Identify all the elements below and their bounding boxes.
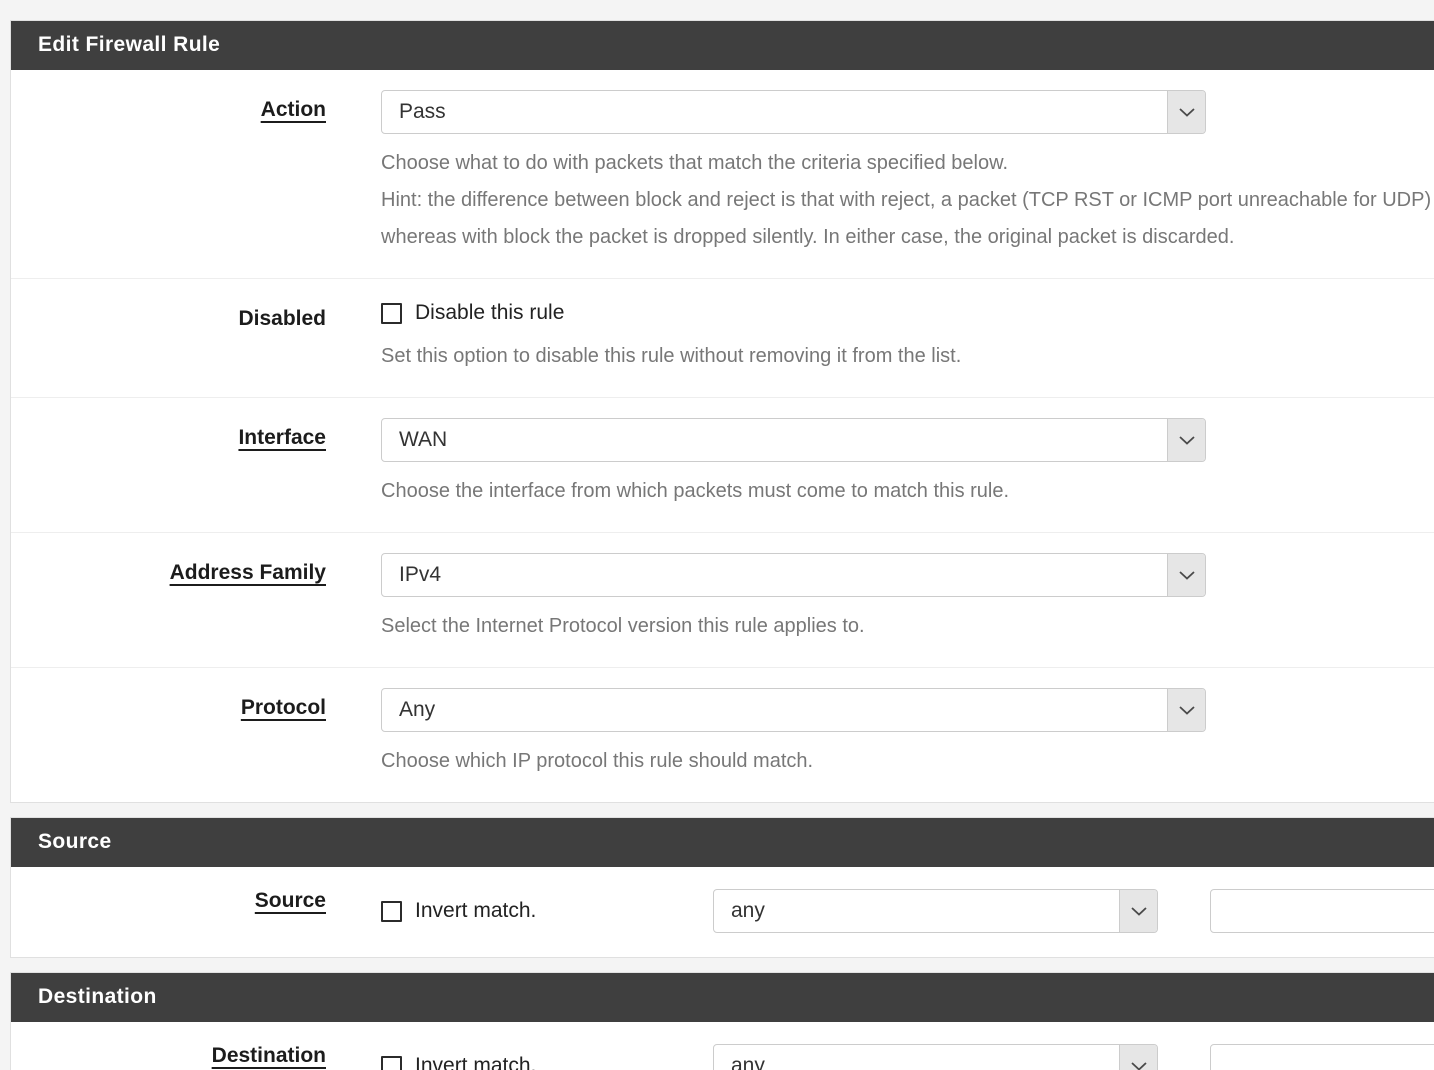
action-help-line-3: whereas with block the packet is dropped… bbox=[381, 226, 1235, 248]
protocol-help-text: Choose which IP protocol this rule shoul… bbox=[381, 743, 1434, 780]
source-type-select-value: any bbox=[731, 899, 765, 922]
source-address-input[interactable] bbox=[1210, 889, 1434, 933]
label-col-disabled: Disabled bbox=[11, 299, 326, 331]
disable-rule-checkbox-row[interactable]: Disable this rule bbox=[381, 299, 1434, 327]
panel-title-destination: Destination bbox=[11, 973, 1434, 1022]
destination-type-select-value: any bbox=[731, 1054, 765, 1070]
chevron-down-icon[interactable] bbox=[1119, 1045, 1157, 1070]
action-help-text: Choose what to do with packets that matc… bbox=[381, 145, 1434, 256]
destination-panel: Destination Destination Invert match. an… bbox=[10, 972, 1434, 1070]
label-destination[interactable]: Destination bbox=[212, 1044, 326, 1067]
control-col-interface: WAN Choose the interface from which pack… bbox=[326, 418, 1434, 510]
interface-select-value: WAN bbox=[399, 428, 448, 451]
label-source[interactable]: Source bbox=[255, 889, 326, 912]
interface-select[interactable]: WAN bbox=[381, 418, 1206, 462]
label-col-destination: Destination bbox=[11, 1044, 326, 1068]
chevron-down-icon[interactable] bbox=[1119, 890, 1157, 932]
panel-title-source: Source bbox=[11, 818, 1434, 867]
label-address-family[interactable]: Address Family bbox=[170, 561, 326, 584]
address-family-select[interactable]: IPv4 bbox=[381, 553, 1206, 597]
destination-invert-group[interactable]: Invert match. bbox=[381, 1054, 713, 1070]
label-interface[interactable]: Interface bbox=[238, 426, 326, 449]
label-col-source: Source bbox=[11, 889, 326, 913]
panel-title-edit-firewall-rule: Edit Firewall Rule bbox=[11, 21, 1434, 70]
source-body: Source Invert match. any bbox=[11, 867, 1434, 957]
action-select[interactable]: Pass bbox=[381, 90, 1206, 134]
chevron-down-icon[interactable] bbox=[1167, 554, 1205, 596]
edit-firewall-rule-body: Action Pass Choose what to do with packe… bbox=[11, 70, 1434, 802]
label-col-address-family: Address Family bbox=[11, 553, 326, 585]
protocol-select-value: Any bbox=[399, 698, 436, 721]
form-row-source: Source Invert match. any bbox=[11, 867, 1434, 957]
source-invert-group[interactable]: Invert match. bbox=[381, 899, 713, 923]
label-col-interface: Interface bbox=[11, 418, 326, 450]
destination-body: Destination Invert match. any bbox=[11, 1022, 1434, 1070]
form-row-protocol: Protocol Any Choose which IP protocol th… bbox=[11, 668, 1434, 802]
form-row-address-family: Address Family IPv4 Select the Internet … bbox=[11, 533, 1434, 668]
interface-help-text: Choose the interface from which packets … bbox=[381, 473, 1434, 510]
label-col-action: Action bbox=[11, 90, 326, 122]
action-help-line-2: Hint: the difference between block and r… bbox=[381, 189, 1434, 211]
disable-rule-checkbox-label[interactable]: Disable this rule bbox=[415, 301, 564, 325]
action-help-line-1: Choose what to do with packets that matc… bbox=[381, 152, 1009, 174]
control-col-protocol: Any Choose which IP protocol this rule s… bbox=[326, 688, 1434, 780]
control-col-action: Pass Choose what to do with packets that… bbox=[326, 90, 1434, 256]
interface-help-line: Choose the interface from which packets … bbox=[381, 480, 1010, 502]
destination-type-select[interactable]: any bbox=[713, 1044, 1158, 1070]
form-row-destination: Destination Invert match. any bbox=[11, 1022, 1434, 1070]
disabled-help-line: Set this option to disable this rule wit… bbox=[381, 345, 962, 367]
control-col-disabled: Disable this rule Set this option to dis… bbox=[326, 299, 1434, 375]
protocol-help-line: Choose which IP protocol this rule shoul… bbox=[381, 750, 814, 772]
control-col-address-family: IPv4 Select the Internet Protocol versio… bbox=[326, 553, 1434, 645]
form-row-interface: Interface WAN Choose the interface from … bbox=[11, 398, 1434, 533]
address-family-select-value: IPv4 bbox=[399, 563, 442, 586]
destination-address-input[interactable] bbox=[1210, 1044, 1434, 1070]
source-invert-checkbox[interactable] bbox=[381, 900, 402, 922]
chevron-down-icon[interactable] bbox=[1167, 689, 1205, 731]
source-type-select[interactable]: any bbox=[713, 889, 1158, 933]
address-family-help-line: Select the Internet Protocol version thi… bbox=[381, 615, 865, 637]
source-controls: Invert match. any bbox=[326, 889, 1434, 933]
action-select-value: Pass bbox=[399, 100, 446, 123]
chevron-down-icon[interactable] bbox=[1167, 419, 1205, 461]
destination-controls: Invert match. any bbox=[326, 1044, 1434, 1070]
firewall-rule-page: Edit Firewall Rule Action Pass Choose wh… bbox=[0, 0, 1434, 1070]
address-family-help-text: Select the Internet Protocol version thi… bbox=[381, 608, 1434, 645]
source-invert-label[interactable]: Invert match. bbox=[415, 899, 536, 923]
disable-rule-checkbox[interactable] bbox=[381, 302, 402, 324]
destination-invert-label[interactable]: Invert match. bbox=[415, 1054, 536, 1070]
label-protocol[interactable]: Protocol bbox=[241, 696, 326, 719]
source-panel: Source Source Invert match. any bbox=[10, 817, 1434, 958]
form-row-action: Action Pass Choose what to do with packe… bbox=[11, 70, 1434, 279]
label-disabled: Disabled bbox=[238, 307, 326, 330]
form-row-disabled: Disabled Disable this rule Set this opti… bbox=[11, 279, 1434, 398]
protocol-select[interactable]: Any bbox=[381, 688, 1206, 732]
edit-firewall-rule-panel: Edit Firewall Rule Action Pass Choose wh… bbox=[10, 20, 1434, 803]
disabled-help-text: Set this option to disable this rule wit… bbox=[381, 338, 1434, 375]
destination-invert-checkbox[interactable] bbox=[381, 1055, 402, 1070]
label-action[interactable]: Action bbox=[261, 98, 326, 121]
label-col-protocol: Protocol bbox=[11, 688, 326, 720]
chevron-down-icon[interactable] bbox=[1167, 91, 1205, 133]
